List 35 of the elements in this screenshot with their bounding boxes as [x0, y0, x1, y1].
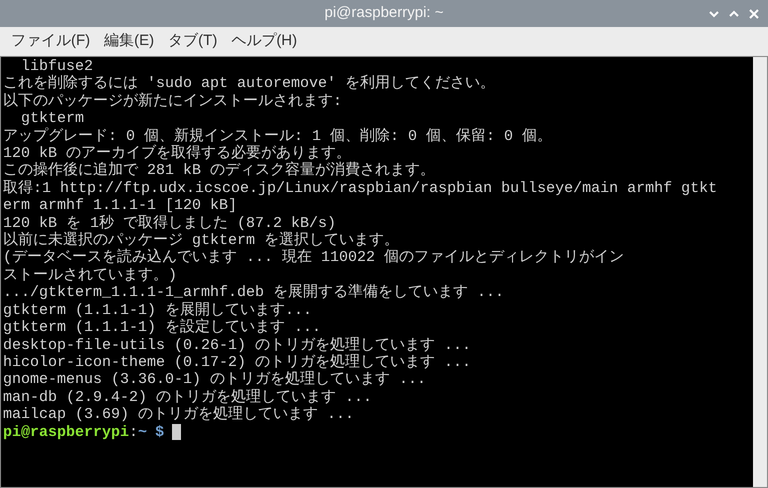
text-cursor: [172, 424, 182, 440]
close-icon: [749, 8, 759, 18]
terminal-line: 以前に未選択のパッケージ gtkterm を選択しています。: [3, 232, 400, 250]
terminal-line: hicolor-icon-theme (0.17-2) のトリガを処理しています ...: [3, 354, 472, 371]
terminal-line: desktop-file-utils (0.26-1) のトリガを処理しています ...: [3, 336, 472, 354]
scrollbar[interactable]: [753, 57, 767, 487]
menu-item[interactable]: ファイル(F): [4, 30, 98, 53]
terminal-line: (データベースを読み込んでいます ... 現在 110022 個のファイルとディレクトリがイン: [3, 249, 624, 267]
menu-item[interactable]: ヘルプ(H): [224, 30, 304, 53]
terminal-line: gnome-menus (3.36.0-1) のトリガを処理しています ...: [3, 371, 426, 389]
terminal-line: .../gtkterm_1.1.1-1_armhf.deb を展開する準備をしています ...: [3, 284, 504, 302]
terminal-line: アップグレード: 0 個、新規インストール: 1 個、削除: 0 個、保留: 0 個。: [3, 128, 552, 145]
chevron-up-icon: [729, 10, 739, 18]
chevron-down-icon: [709, 10, 719, 18]
window-title: pi@raspberrypi: ~: [324, 3, 444, 24]
terminal-line: 120 kB のアーカイブを取得する必要があります。: [3, 145, 352, 162]
terminal-line: libfuse2: [20, 58, 94, 75]
terminal-line: gtkterm (1.1.1-1) を設定しています ...: [3, 319, 322, 336]
prompt-path: ~: [138, 424, 148, 441]
terminal-line: mailcap (3.69) のトリガを処理しています ...: [3, 406, 354, 424]
prompt-separator: :: [129, 424, 138, 441]
terminal-line: この操作後に追加で 281 kB のディスク容量が消費されます。: [3, 162, 436, 180]
terminal-line: gtkterm: [20, 110, 84, 128]
terminal-line: gtkterm (1.1.1-1) を展開しています...: [3, 302, 312, 319]
terminal-line: これを削除するには 'sudo apt autoremove' を利用してください。: [3, 75, 496, 92]
prompt-user-host: pi@raspberrypi: [3, 424, 130, 441]
terminal-line: 取得:1 http://ftp.udx.icscoe.jp/Linux/raspbian/raspbian bullseye/main armhf gtkt: [3, 180, 718, 198]
terminal-line: ストールされています。): [3, 266, 178, 284]
menu-item[interactable]: タブ(T): [161, 30, 224, 53]
terminal-line: 120 kB を 1秒 で取得しました (87.2 kB/s): [3, 214, 336, 232]
terminal-line: erm armhf 1.1.1-1 [120 kB]: [3, 197, 238, 214]
terminal-line: man-db (2.9.4-2) のトリガを処理しています ...: [3, 388, 372, 406]
menu-item[interactable]: 編集(E): [97, 30, 162, 53]
prompt-symbol: $: [155, 424, 164, 441]
terminal-line: 以下のパッケージが新たにインストールされます:: [3, 92, 342, 110]
